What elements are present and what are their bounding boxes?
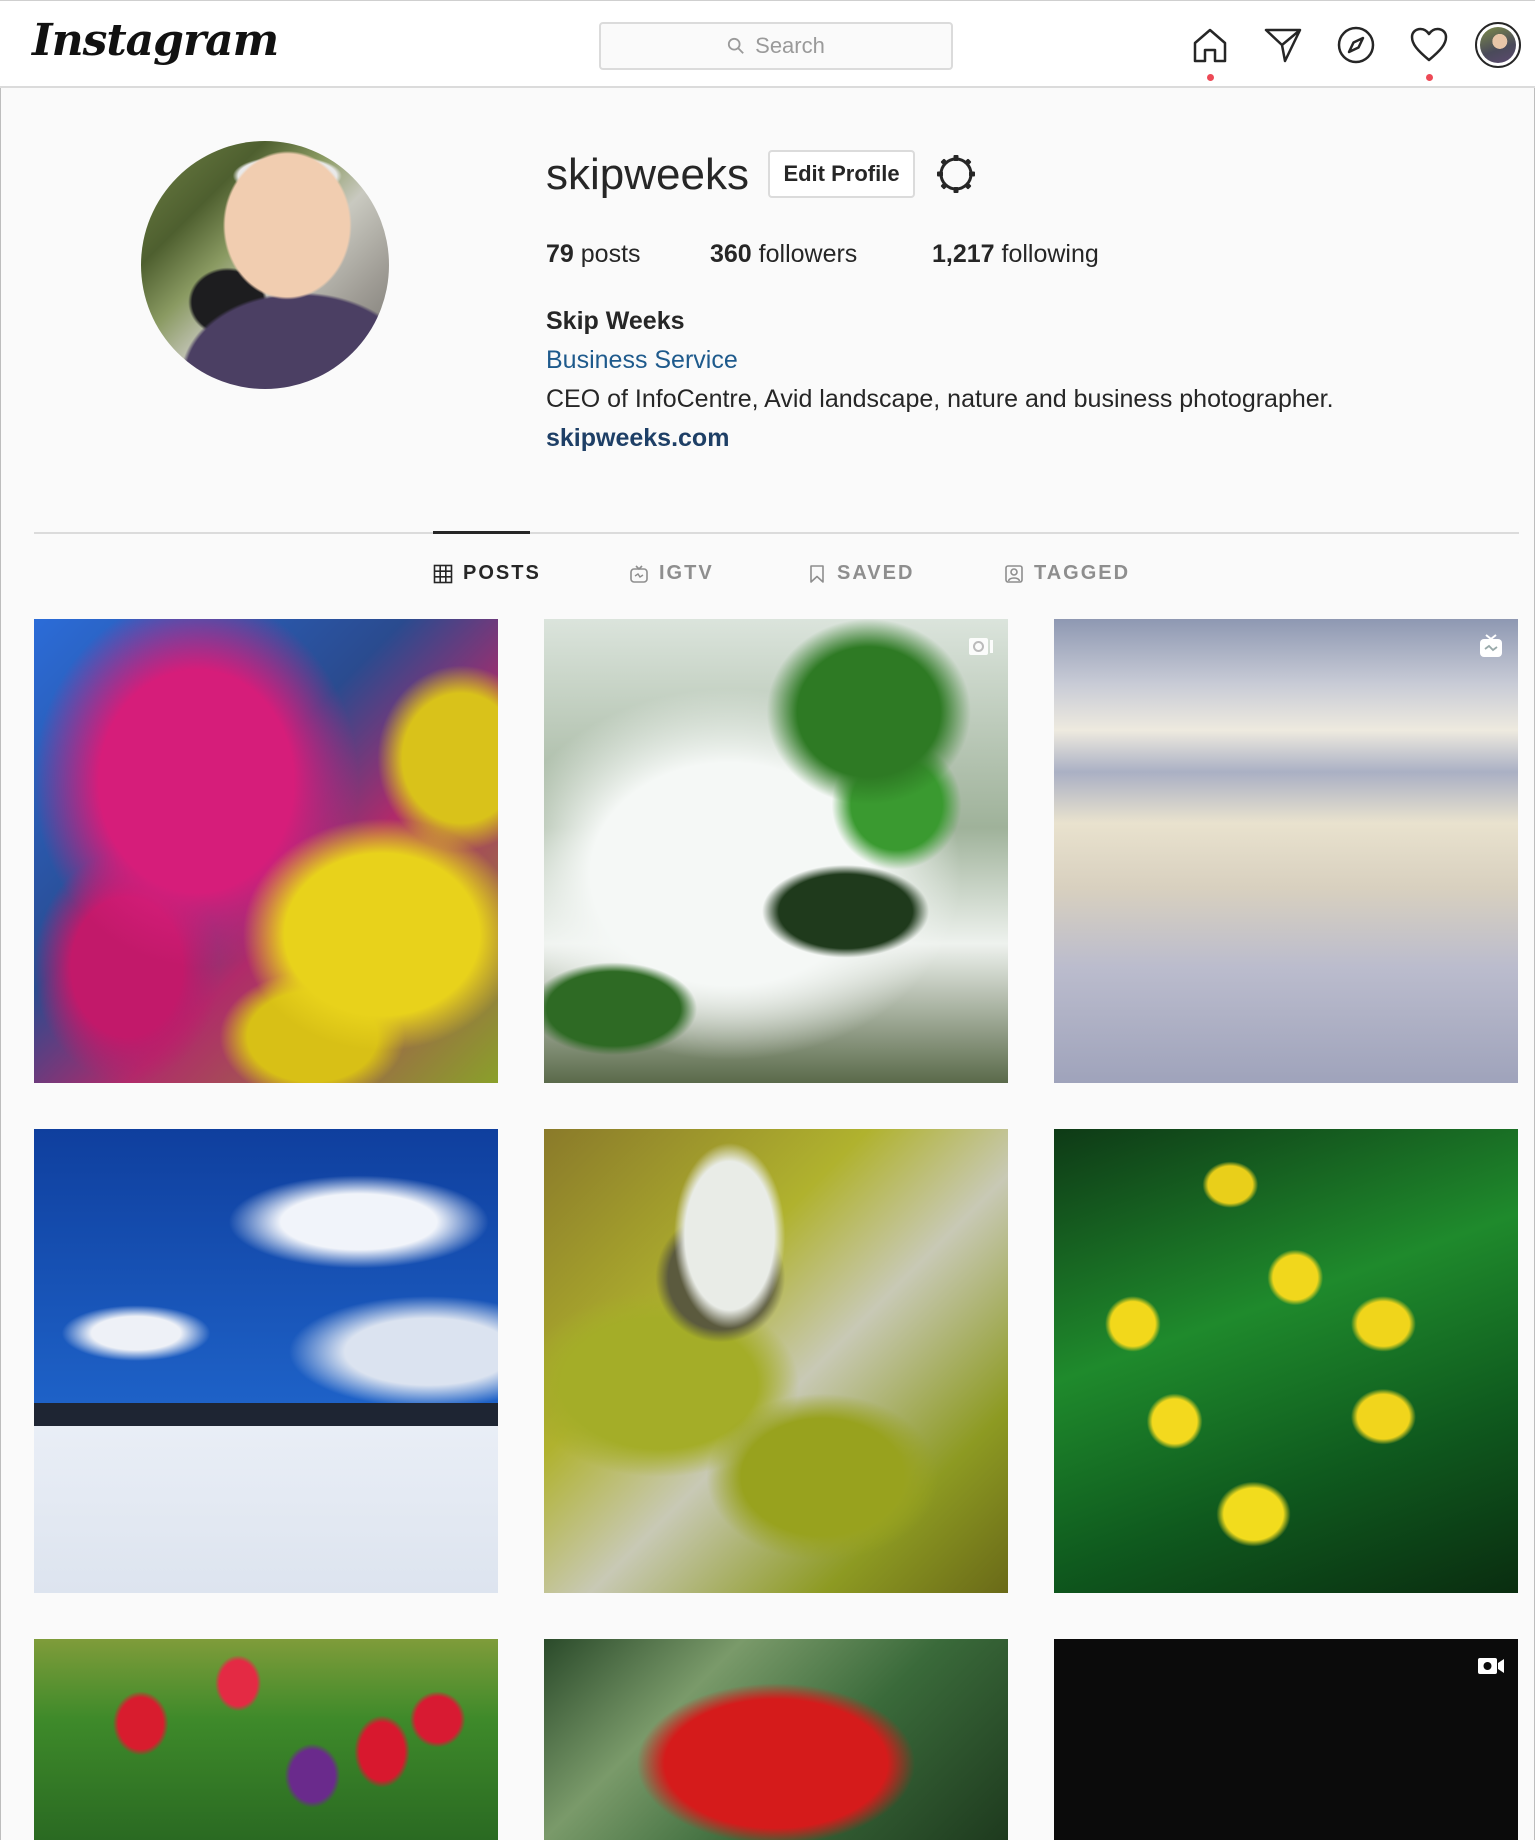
window-border-left bbox=[0, 0, 1, 1840]
post-thumbnail[interactable] bbox=[1054, 1639, 1518, 1840]
home-icon bbox=[1193, 28, 1227, 63]
avatar bbox=[1480, 27, 1516, 63]
profile-username: skipweeks bbox=[546, 150, 749, 199]
tab-saved-label: SAVED bbox=[837, 562, 915, 584]
profile-full-name: Skip Weeks bbox=[546, 307, 685, 335]
post-thumbnail[interactable] bbox=[544, 1129, 1008, 1593]
settings-gear-icon[interactable] bbox=[934, 152, 978, 196]
carousel-icon bbox=[969, 638, 993, 655]
igtv-badge-icon bbox=[1480, 634, 1502, 657]
followers-link[interactable]: 360 followers bbox=[710, 240, 857, 269]
activity-notification-dot bbox=[1426, 74, 1433, 81]
search-icon bbox=[728, 37, 744, 54]
profile-website-link[interactable]: skipweeks.com bbox=[546, 424, 729, 453]
top-nav-bar: Instagram Search bbox=[0, 0, 1535, 88]
tab-igtv[interactable]: IGTV bbox=[629, 562, 714, 585]
active-tab-indicator bbox=[433, 531, 530, 534]
following-count-label: following bbox=[994, 240, 1099, 268]
grid-icon bbox=[433, 564, 453, 583]
instagram-logo[interactable]: Instagram bbox=[32, 15, 279, 66]
post-thumbnail[interactable] bbox=[34, 1129, 498, 1593]
following-count-value: 1,217 bbox=[932, 240, 995, 268]
post-thumbnail[interactable] bbox=[544, 1639, 1008, 1840]
profile-bio: CEO of InfoCentre, Avid landscape, natur… bbox=[546, 385, 1334, 413]
heart-icon bbox=[1410, 27, 1448, 62]
explore-icon bbox=[1337, 26, 1375, 64]
direct-icon bbox=[1264, 28, 1302, 63]
video-icon bbox=[1478, 1658, 1504, 1674]
tab-posts-label: POSTS bbox=[463, 562, 541, 584]
explore-button[interactable] bbox=[1334, 23, 1378, 67]
tab-tagged[interactable]: TAGGED bbox=[1004, 562, 1130, 585]
tag-icon bbox=[1005, 564, 1023, 583]
search-input[interactable]: Search bbox=[599, 22, 953, 70]
home-notification-dot bbox=[1207, 74, 1214, 81]
post-thumbnail[interactable] bbox=[544, 619, 1008, 1083]
posts-count: 79 posts bbox=[546, 240, 641, 269]
following-link[interactable]: 1,217 following bbox=[932, 240, 1099, 269]
followers-count-label: followers bbox=[751, 240, 858, 268]
tab-posts[interactable]: POSTS bbox=[433, 562, 541, 585]
posts-count-value: 79 bbox=[546, 240, 574, 268]
post-thumbnail[interactable] bbox=[34, 619, 498, 1083]
tabs-divider bbox=[34, 532, 1519, 534]
bookmark-icon bbox=[810, 564, 824, 583]
profile-category: Business Service bbox=[546, 346, 738, 374]
post-thumbnail[interactable] bbox=[1054, 1129, 1518, 1593]
profile-picture[interactable] bbox=[141, 141, 389, 389]
igtv-icon bbox=[630, 564, 648, 583]
tab-igtv-label: IGTV bbox=[659, 562, 714, 584]
direct-button[interactable] bbox=[1261, 23, 1305, 67]
tab-tagged-label: TAGGED bbox=[1034, 562, 1131, 584]
activity-button[interactable] bbox=[1407, 23, 1451, 67]
posts-count-label: posts bbox=[573, 240, 641, 268]
search-placeholder: Search bbox=[755, 33, 825, 58]
edit-profile-button[interactable]: Edit Profile bbox=[768, 150, 915, 198]
followers-count-value: 360 bbox=[710, 240, 752, 268]
profile-avatar-button[interactable] bbox=[1475, 22, 1521, 68]
post-thumbnail[interactable] bbox=[1054, 619, 1518, 1083]
home-button[interactable] bbox=[1188, 23, 1232, 67]
post-thumbnail[interactable] bbox=[34, 1639, 498, 1840]
tab-saved[interactable]: SAVED bbox=[807, 562, 914, 585]
